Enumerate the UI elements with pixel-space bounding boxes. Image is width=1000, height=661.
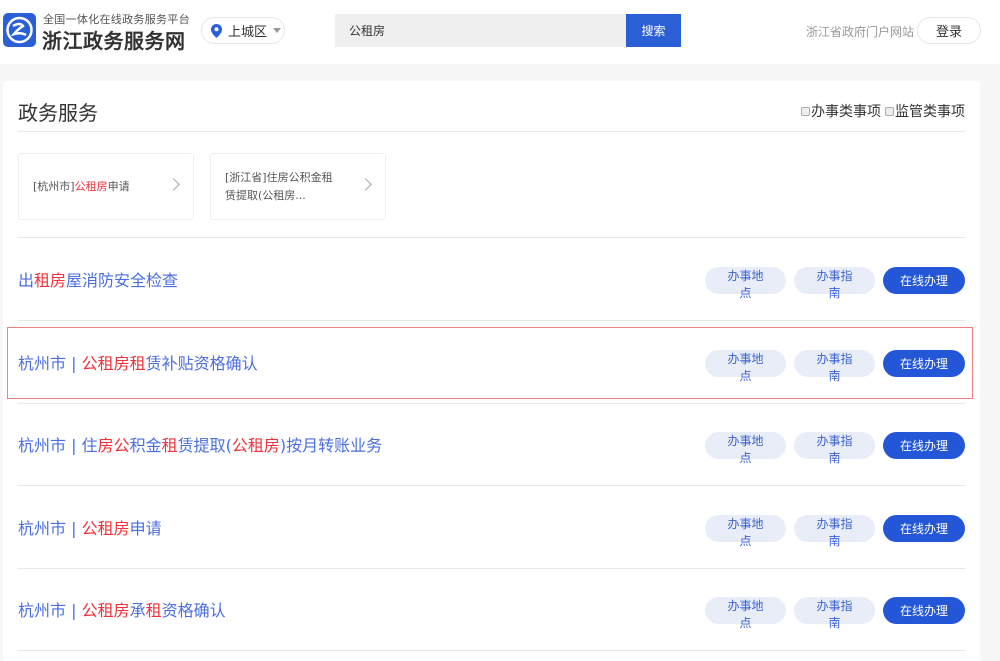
location-button[interactable]: 办事地点 <box>705 267 786 300</box>
guide-button[interactable]: 办事指南 <box>794 349 875 383</box>
quick-link-label: [杭州市]公租房申请 <box>33 178 130 196</box>
guide-button[interactable]: 办事指南 <box>794 432 875 465</box>
region-selector[interactable]: 上城区 <box>201 17 285 44</box>
logo-title[interactable]: 浙江政务服务网 <box>42 25 186 54</box>
title-text: [浙江省]住房公积金租赁提取(公租房... <box>225 170 333 202</box>
title-text: 资格确认 <box>161 601 226 620</box>
title-text: 赁补贴资格确认 <box>145 353 258 373</box>
online-apply-button[interactable]: 在线办理 <box>883 597 965 624</box>
title-text: [杭州市] <box>33 179 75 193</box>
region-label: 上城区 <box>228 25 268 40</box>
location-button[interactable]: 办事地点 <box>705 514 786 548</box>
quick-link-card[interactable]: [浙江省]住房公积金租赁提取(公租房... <box>210 153 386 220</box>
highlighted-keyword: 公租房 <box>74 179 108 193</box>
title-text: 杭州市 | 住 <box>18 436 98 455</box>
chevron-right-icon <box>359 178 372 191</box>
highlighted-keyword: 租 <box>161 436 178 455</box>
row-actions: 办事地点 办事指南 在线办理 <box>705 432 965 465</box>
title-text: 承 <box>129 601 146 620</box>
row-actions: 办事地点 办事指南 在线办理 <box>705 267 965 300</box>
title-text: 杭州市 | <box>18 353 82 373</box>
title-text: 杭州市 | <box>18 518 82 538</box>
service-title-link[interactable]: 杭州市 | 公租房申请 <box>18 515 162 539</box>
section-title: 政务服务 <box>18 101 98 125</box>
chevron-right-icon <box>167 178 180 191</box>
highlighted-keyword: 租 <box>145 601 162 620</box>
filter-supervision-items[interactable]: 监管类事项 <box>885 101 965 121</box>
divider <box>18 650 965 651</box>
checkbox[interactable] <box>801 106 810 116</box>
row-actions: 办事地点 办事指南 在线办理 <box>705 514 965 548</box>
divider <box>18 237 965 238</box>
filter-label: 办事类事项 <box>811 104 881 120</box>
service-title-link[interactable]: 杭州市 | 公租房承租资格确认 <box>18 597 226 621</box>
search-input[interactable] <box>335 14 627 47</box>
login-button[interactable]: 登录 <box>917 17 981 44</box>
service-row: 杭州市 | 公租房租赁补贴资格确认 办事地点 办事指南 在线办理 <box>18 333 965 393</box>
online-apply-button[interactable]: 在线办理 <box>883 514 965 542</box>
row-actions: 办事地点 办事指南 在线办理 <box>705 597 965 630</box>
highlighted-keyword: 公租房租 <box>81 353 146 373</box>
online-apply-button[interactable]: 在线办理 <box>883 349 965 377</box>
divider <box>18 402 965 404</box>
logo-icon <box>3 13 36 47</box>
highlighted-keyword: 房公 <box>97 436 130 455</box>
row-actions: 办事地点 办事指南 在线办理 <box>705 349 965 383</box>
title-text: 申请 <box>107 179 130 193</box>
service-title-link[interactable]: 杭州市 | 公租房租赁补贴资格确认 <box>18 350 258 374</box>
divider <box>18 320 965 321</box>
title-text: 申请 <box>129 518 162 538</box>
guide-button[interactable]: 办事指南 <box>794 514 875 548</box>
guide-button[interactable]: 办事指南 <box>794 597 875 630</box>
service-row: 杭州市 | 住房公积金租赁提取(公租房)按月转账业务 办事地点 办事指南 在线办理 <box>18 415 965 475</box>
highlighted-keyword: 公租房 <box>231 436 280 455</box>
caret-down-icon <box>273 28 282 33</box>
location-pin-icon <box>211 23 222 38</box>
service-row: 杭州市 | 公租房承租资格确认 办事地点 办事指南 在线办理 <box>18 580 965 640</box>
service-title-link[interactable]: 杭州市 | 住房公积金租赁提取(公租房)按月转账业务 <box>18 432 382 456</box>
highlighted-keyword: 公租房 <box>81 518 130 538</box>
filter-service-items[interactable]: 办事类事项 <box>801 101 881 121</box>
divider <box>18 567 965 569</box>
quick-link-card[interactable]: [杭州市]公租房申请 <box>18 153 194 220</box>
search-button[interactable]: 搜索 <box>626 14 681 47</box>
online-apply-button[interactable]: 在线办理 <box>883 432 965 459</box>
service-title-link[interactable]: 出租房屋消防安全检查 <box>18 267 178 291</box>
title-text: )按月转账业务 <box>279 436 383 455</box>
location-button[interactable]: 办事地点 <box>705 597 786 630</box>
quick-link-label: [浙江省]住房公积金租赁提取(公租房... <box>225 169 335 205</box>
guide-button[interactable]: 办事指南 <box>794 267 875 300</box>
checkbox[interactable] <box>885 106 894 116</box>
filter-label: 监管类事项 <box>895 104 965 120</box>
title-text: 出 <box>18 271 35 290</box>
service-row: 出租房屋消防安全检查 办事地点 办事指南 在线办理 <box>18 250 965 310</box>
filter-group: 办事类事项 监管类事项 <box>801 101 965 121</box>
divider <box>18 485 965 486</box>
portal-link[interactable]: 浙江省政府门户网站 <box>806 23 914 40</box>
online-apply-button[interactable]: 在线办理 <box>883 267 965 294</box>
highlighted-keyword: 公租房 <box>81 601 130 620</box>
location-button[interactable]: 办事地点 <box>705 432 786 465</box>
service-row: 杭州市 | 公租房申请 办事地点 办事指南 在线办理 <box>18 498 965 558</box>
divider <box>18 131 965 132</box>
title-text: 赁提取( <box>177 436 232 455</box>
header: 全国一体化在线政务服务平台 浙江政务服务网 上城区 搜索 浙江省政府门户网站 登… <box>0 0 1000 64</box>
title-text: 积金 <box>129 436 162 455</box>
title-text: 屋消防安全检查 <box>66 271 179 290</box>
title-text: 杭州市 | <box>18 601 82 620</box>
highlighted-keyword: 租房 <box>34 271 67 290</box>
location-button[interactable]: 办事地点 <box>705 349 786 383</box>
